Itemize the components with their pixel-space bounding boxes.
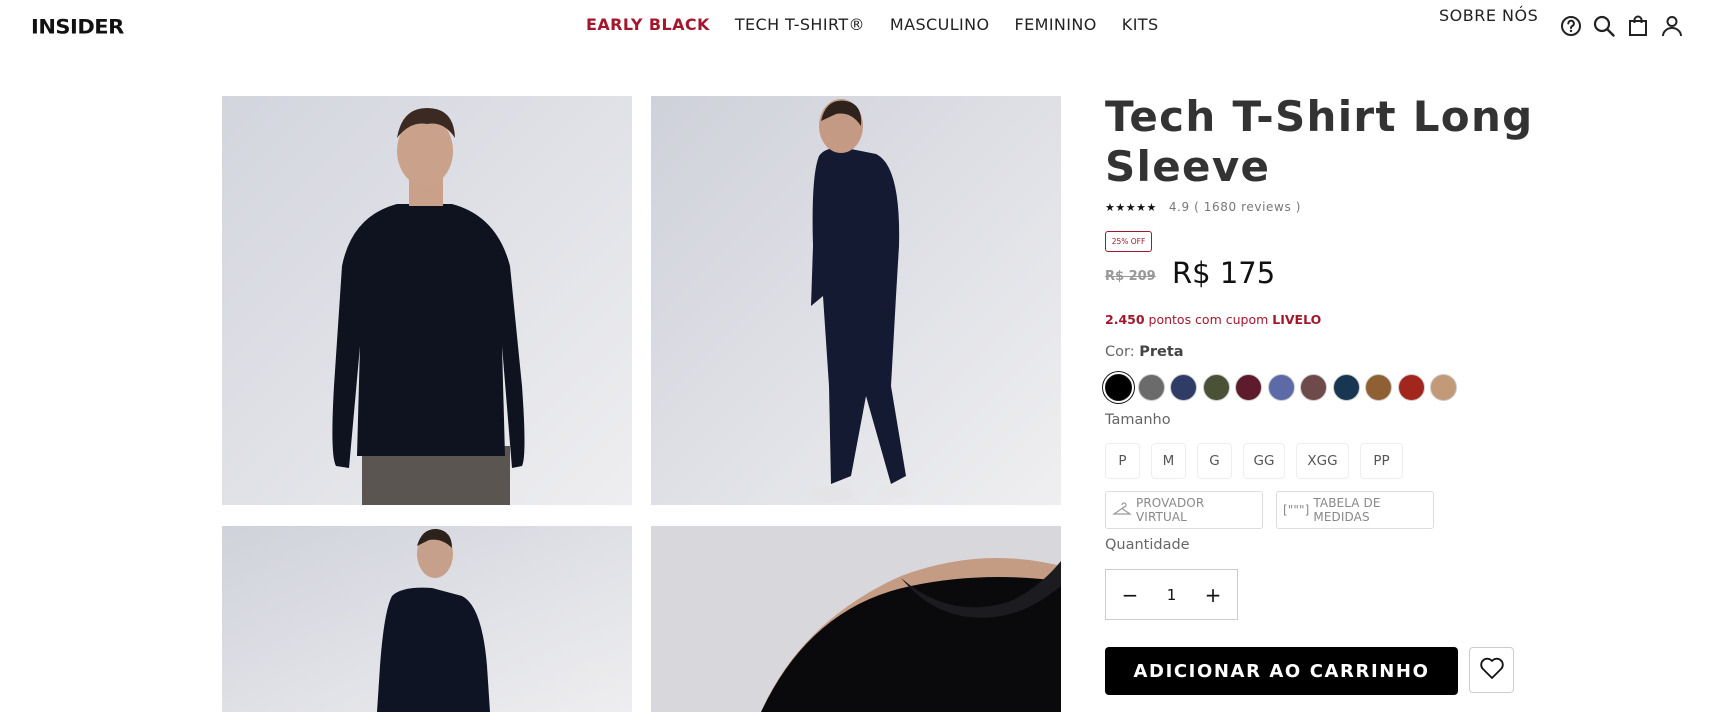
nav-sobre-nos[interactable]: SOBRE NÓS [1439, 6, 1538, 25]
color-swatch[interactable] [1170, 374, 1197, 401]
nav-tech-tshirt[interactable]: TECH T-SHIRT® [735, 15, 865, 34]
bag-icon[interactable] [1626, 14, 1650, 38]
size-option[interactable]: G [1197, 443, 1232, 479]
color-swatch[interactable] [1137, 374, 1165, 401]
points-info: 2.450 pontos com cupom LIVELO [1105, 312, 1321, 327]
nav-early-black[interactable]: EARLY BLACK [586, 15, 710, 34]
product-photo-detail[interactable] [651, 526, 1061, 712]
nav-kits[interactable]: KITS [1122, 15, 1159, 34]
size-label: Tamanho [1105, 412, 1171, 428]
color-swatch[interactable] [1105, 374, 1132, 401]
size-option[interactable]: PP [1360, 443, 1403, 479]
quantity-label: Quantidade [1105, 537, 1190, 553]
user-icon[interactable] [1660, 14, 1684, 38]
site-header: INSIDER EARLY BLACK TECH T-SHIRT® MASCUL… [0, 0, 1712, 52]
quantity-increase-button[interactable]: + [1203, 583, 1223, 607]
size-option[interactable]: P [1105, 443, 1140, 479]
size-option[interactable]: XGG [1296, 443, 1349, 479]
virtual-fit-label: PROVADOR VIRTUAL [1136, 496, 1205, 524]
ruler-icon: ["""] [1283, 503, 1310, 517]
color-swatch[interactable] [1365, 374, 1392, 401]
size-option[interactable]: M [1151, 443, 1186, 479]
logo[interactable]: INSIDER [31, 16, 124, 39]
rating-row[interactable]: ★★★★★ 4.9 ( 1680 reviews ) [1105, 200, 1301, 214]
size-chart-label: TABELA DE MEDIDAS [1313, 496, 1381, 524]
help-icon[interactable] [1559, 14, 1583, 38]
quantity-value[interactable]: 1 [1167, 586, 1177, 604]
product-photo-front[interactable] [222, 96, 632, 505]
heart-icon [1479, 656, 1505, 684]
color-label: Cor: Preta [1105, 344, 1184, 360]
quantity-stepper: − 1 + [1105, 569, 1238, 620]
color-swatch[interactable] [1267, 374, 1295, 401]
main-nav: EARLY BLACK TECH T-SHIRT® MASCULINO FEMI… [586, 15, 1184, 34]
color-swatch[interactable] [1235, 374, 1262, 401]
color-value: Preta [1139, 344, 1184, 360]
current-price: R$ 175 [1172, 256, 1276, 290]
color-swatch[interactable] [1202, 374, 1230, 401]
wishlist-button[interactable] [1469, 647, 1514, 693]
color-swatch[interactable] [1332, 374, 1360, 401]
product-photo-side[interactable] [651, 96, 1061, 505]
size-options: P M G GG XGG PP [1105, 443, 1414, 479]
old-price: R$ 209 [1105, 269, 1156, 284]
virtual-fit-button[interactable]: PROVADOR VIRTUAL [1105, 491, 1263, 529]
color-swatch[interactable] [1397, 374, 1425, 401]
nav-masculino[interactable]: MASCULINO [890, 15, 990, 34]
add-to-cart-button[interactable]: ADICIONAR AO CARRINHO [1105, 647, 1458, 695]
size-chart-button[interactable]: ["""] TABELA DE MEDIDAS [1276, 491, 1434, 529]
quantity-decrease-button[interactable]: − [1120, 583, 1140, 607]
points-value: 2.450 [1105, 312, 1145, 327]
nav-feminino[interactable]: FEMININO [1015, 15, 1097, 34]
points-coupon: LIVELO [1272, 312, 1322, 327]
rating-text[interactable]: 4.9 ( 1680 reviews ) [1169, 200, 1301, 214]
product-photo-walking[interactable] [222, 526, 632, 712]
color-swatch[interactable] [1300, 374, 1327, 401]
discount-badge: 25% OFF [1105, 231, 1152, 252]
product-title: Tech T-Shirt Long Sleeve [1105, 92, 1534, 191]
points-text: pontos com cupom [1144, 312, 1273, 327]
rating-stars: ★★★★★ [1105, 200, 1157, 214]
search-icon[interactable] [1592, 14, 1616, 38]
color-swatches [1105, 374, 1463, 401]
hanger-icon [1112, 501, 1132, 519]
color-swatch[interactable] [1430, 374, 1457, 401]
size-option[interactable]: GG [1243, 443, 1285, 479]
